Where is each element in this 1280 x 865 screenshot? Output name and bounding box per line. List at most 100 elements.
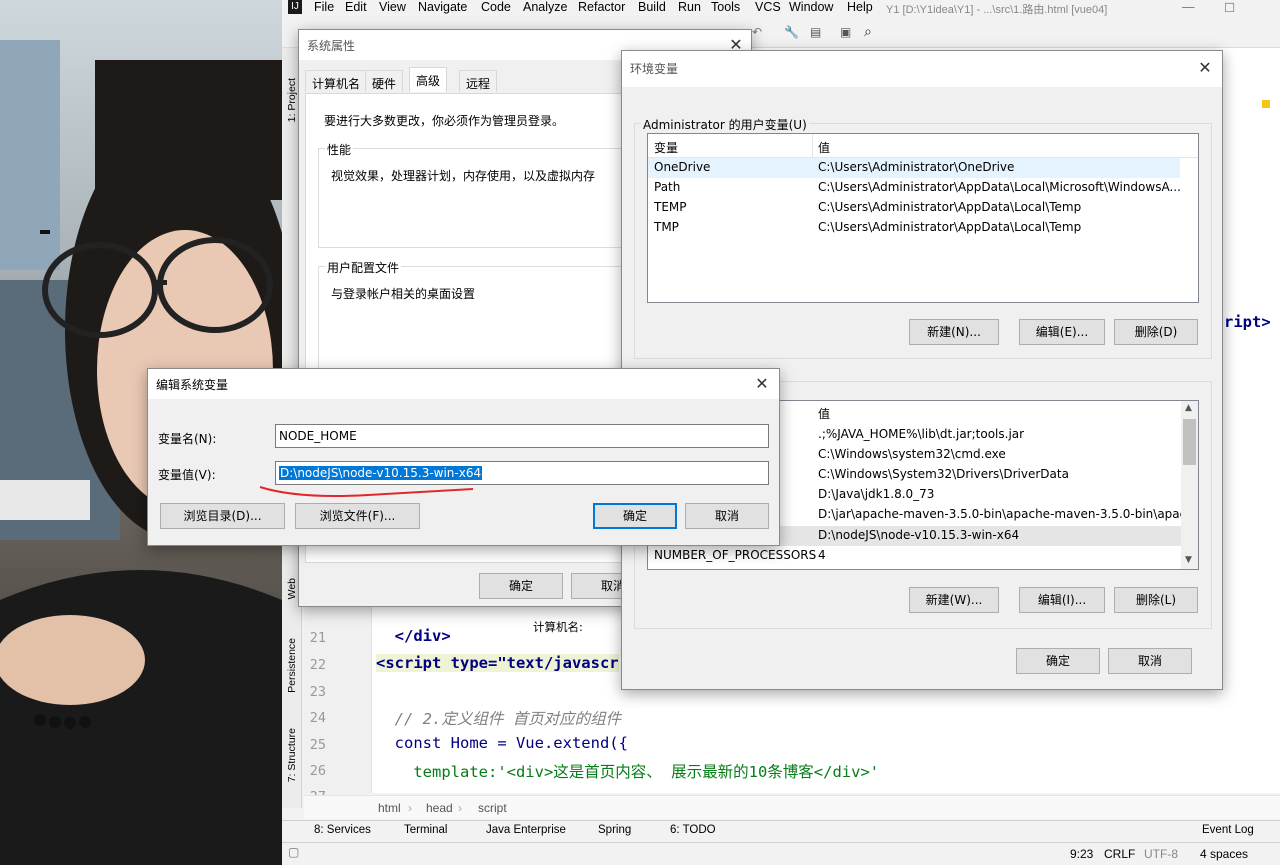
performance-desc: 视觉效果，处理器计划，内存使用，以及虚拟内存 [331, 169, 596, 183]
tab-hardware[interactable]: 硬件 [365, 70, 404, 92]
admin-note: 要进行大多数更改，你必须作为管理员登录。 [324, 114, 565, 128]
project-structure-icon[interactable]: ▤ [810, 25, 821, 39]
menu-build[interactable]: Build [638, 0, 666, 14]
var-value: C:\Windows\System32\Drivers\DriverData [818, 467, 1069, 481]
ok-button[interactable]: 确定 [1016, 648, 1100, 674]
web-tab[interactable]: Web [286, 578, 298, 599]
line-number: 24 [309, 710, 326, 726]
caret-position[interactable]: 9:23 [1070, 847, 1093, 861]
tab-computer-name[interactable]: 计算机名 [305, 70, 368, 92]
breadcrumb: html › head › script [304, 795, 1280, 819]
new-system-var-button[interactable]: 新建(W)... [909, 587, 999, 613]
breadcrumb-item[interactable]: html [378, 801, 401, 815]
cancel-button[interactable]: 取消 [1108, 648, 1192, 674]
spring-tab[interactable]: Spring [598, 824, 631, 836]
terminal-icon[interactable]: ▣ [840, 25, 851, 39]
edit-user-var-button[interactable]: 编辑(E)... [1019, 319, 1105, 345]
java-enterprise-tab[interactable]: Java Enterprise [486, 824, 566, 836]
project-tab[interactable]: 1: Project [286, 78, 298, 122]
var-value: D:\Java\jdk1.8.0_73 [818, 487, 935, 501]
ok-button[interactable]: 确定 [479, 573, 563, 599]
selected-text: D:\nodeJS\node-v10.15.3-win-x64 [279, 466, 483, 480]
menu-file[interactable]: File [314, 0, 334, 14]
column-header-value[interactable]: 值 [818, 405, 830, 422]
user-profile-desc: 与登录帐户相关的桌面设置 [331, 287, 476, 301]
user-vars-list[interactable]: 变量 值 OneDrive C:\Users\Administrator\One… [647, 133, 1199, 303]
column-header-value[interactable]: 值 [818, 139, 830, 156]
new-user-var-button[interactable]: 新建(N)... [909, 319, 999, 345]
close-icon[interactable]: ✕ [751, 373, 773, 395]
tab-advanced[interactable]: 高级 [409, 67, 448, 92]
todo-tab[interactable]: 6: TODO [670, 824, 716, 836]
line-separator[interactable]: CRLF [1104, 847, 1135, 861]
breadcrumb-item[interactable]: head [426, 801, 453, 815]
table-row[interactable]: Path C:\Users\Administrator\AppData\Loca… [648, 178, 1198, 198]
line-number: 26 [309, 763, 326, 779]
dialog-titlebar: 环境变量 ✕ [622, 51, 1222, 87]
browse-directory-button[interactable]: 浏览目录(D)... [160, 503, 285, 529]
file-encoding[interactable]: UTF-8 [1144, 847, 1178, 861]
table-row[interactable]: OneDrive C:\Users\Administrator\OneDrive [648, 158, 1180, 178]
code-line: const Home = Vue.extend({ [376, 734, 628, 752]
menu-view[interactable]: View [379, 0, 406, 14]
delete-user-var-button[interactable]: 删除(D) [1114, 319, 1198, 345]
var-value: C:\Users\Administrator\OneDrive [818, 160, 1015, 174]
var-name: TEMP [654, 200, 687, 214]
variable-value-input[interactable]: D:\nodeJS\node-v10.15.3-win-x64 [275, 461, 769, 485]
cancel-button[interactable]: 取消 [685, 503, 769, 529]
breadcrumb-item[interactable]: script [478, 801, 507, 815]
ok-button[interactable]: 确定 [593, 503, 677, 529]
scroll-down-icon[interactable]: ▼ [1185, 555, 1192, 565]
search-icon[interactable]: ⌕ [864, 24, 872, 40]
bottom-tool-tabs: 8: Services Terminal Java Enterprise Spr… [282, 820, 1280, 842]
variable-name-input[interactable]: NODE_HOME [275, 424, 769, 448]
menu-navigate[interactable]: Navigate [418, 0, 467, 14]
event-log-tab[interactable]: Event Log [1202, 824, 1254, 836]
terminal-tab[interactable]: Terminal [404, 824, 447, 836]
menu-refactor[interactable]: Refactor [578, 0, 625, 14]
performance-label: 性能 [325, 141, 354, 158]
var-value: C:\Users\Administrator\AppData\Local\Tem… [818, 220, 1082, 234]
minimize-icon[interactable]: — [1182, 0, 1195, 14]
services-tab[interactable]: 8: Services [314, 824, 371, 836]
column-header-variable[interactable]: 变量 [654, 139, 678, 156]
indent-setting[interactable]: 4 spaces [1200, 847, 1248, 861]
menu-vcs[interactable]: VCS [755, 0, 781, 14]
menu-help[interactable]: Help [847, 0, 873, 14]
menu-code[interactable]: Code [481, 0, 511, 14]
edit-system-var-button[interactable]: 编辑(I)... [1019, 587, 1105, 613]
menu-analyze[interactable]: Analyze [523, 0, 567, 14]
browse-file-button[interactable]: 浏览文件(F)... [295, 503, 420, 529]
scroll-thumb[interactable] [1183, 419, 1196, 465]
user-vars-label: Administrator 的用户变量(U) [641, 116, 809, 133]
scroll-up-icon[interactable]: ▲ [1185, 403, 1192, 413]
user-profile-label: 用户配置文件 [325, 259, 402, 276]
breadcrumb-sep: › [458, 801, 462, 815]
ide-window-title: Y1 [D:\Y1idea\Y1] - ...\src\1.路由.html [v… [886, 4, 1108, 16]
status-bar: ▢ 9:23 CRLF UTF-8 4 spaces [282, 842, 1280, 865]
wrench-icon[interactable]: 🔧 [784, 25, 799, 39]
menu-edit[interactable]: Edit [345, 0, 367, 14]
dialog-title: 编辑系统变量 [156, 378, 229, 392]
table-row[interactable]: TMP C:\Users\Administrator\AppData\Local… [648, 218, 1198, 238]
menu-tools[interactable]: Tools [711, 0, 740, 14]
dialog-titlebar: 编辑系统变量 ✕ [148, 369, 779, 399]
var-value: D:\nodeJS\node-v10.15.3-win-x64 [818, 528, 1020, 542]
scrollbar[interactable]: ▲ ▼ [1181, 401, 1198, 569]
menu-run[interactable]: Run [678, 0, 701, 14]
layout-icon[interactable]: ▢ [288, 845, 299, 859]
tab-remote[interactable]: 远程 [459, 70, 498, 92]
menu-window[interactable]: Window [789, 0, 833, 14]
edit-system-variable-dialog: 编辑系统变量 ✕ 变量名(N): NODE_HOME 变量值(V): D:\no… [147, 368, 780, 546]
table-row[interactable]: TEMP C:\Users\Administrator\AppData\Loca… [648, 198, 1198, 218]
table-row[interactable]: NUMBER_OF_PROCESSORS 4 [648, 546, 1198, 566]
line-number: 22 [309, 657, 326, 673]
warning-marker-icon[interactable] [1262, 100, 1270, 108]
delete-system-var-button[interactable]: 删除(L) [1114, 587, 1198, 613]
line-number: 25 [309, 737, 326, 753]
back-icon[interactable]: ↶ [752, 25, 762, 39]
maximize-icon[interactable]: ☐ [1224, 0, 1235, 15]
dialog-title: 环境变量 [630, 62, 679, 76]
close-icon[interactable]: ✕ [1194, 57, 1216, 79]
var-name: NUMBER_OF_PROCESSORS [654, 548, 817, 562]
